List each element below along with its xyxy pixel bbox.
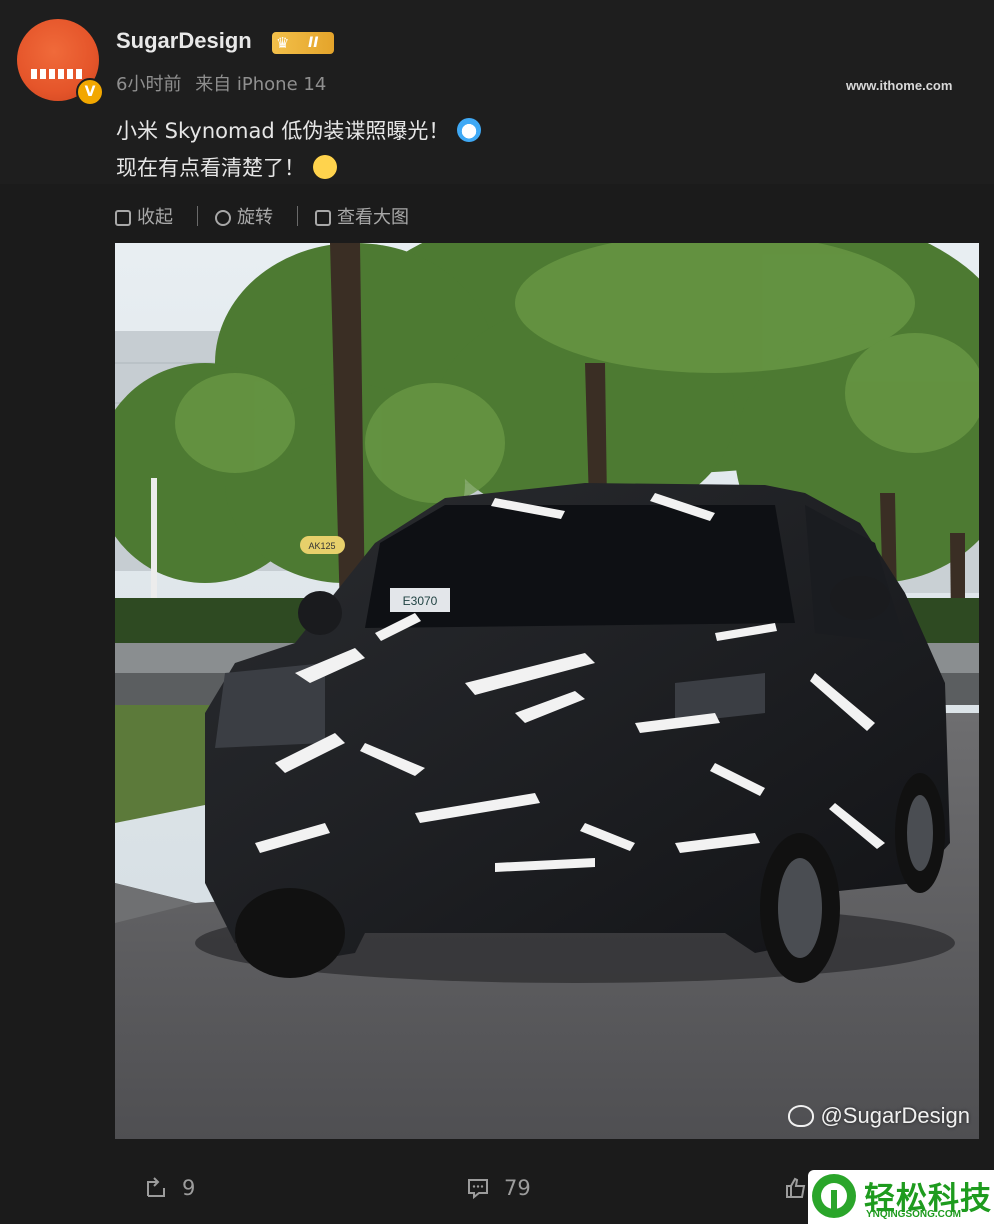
rotate-label: 旋转: [237, 207, 273, 228]
collapse-icon: [115, 210, 131, 226]
post-time[interactable]: 6小时前: [116, 74, 181, 95]
post-photo[interactable]: AK125 E3070 @SugarDesign: [115, 243, 979, 1139]
collapse-label: 收起: [137, 207, 173, 228]
toolbar-divider: [197, 206, 198, 226]
like-icon: [786, 1177, 806, 1198]
repost-button[interactable]: 9: [144, 1176, 195, 1200]
repost-icon: [147, 1177, 165, 1197]
avatar-pattern: [31, 69, 85, 79]
brand-watermark: 轻松科技 YNQINGSONG.COM: [808, 1170, 994, 1224]
toolbar-divider: [297, 206, 298, 226]
post-source: 来自 iPhone 14: [195, 74, 327, 95]
verified-icon: V: [76, 78, 104, 106]
comment-icon: [468, 1179, 488, 1200]
comment-count: 79: [504, 1176, 531, 1200]
spy-shot-image: AK125 E3070: [115, 243, 979, 1139]
repost-count: 9: [182, 1176, 196, 1200]
site-watermark: www.ithome.com: [846, 78, 953, 93]
rotate-icon: [215, 210, 231, 226]
crown-icon[interactable]: ♛ II: [272, 32, 334, 54]
rotate-button[interactable]: 旋转: [215, 203, 273, 229]
photo-watermark-text: @SugarDesign: [820, 1103, 970, 1128]
username[interactable]: SugarDesign: [116, 28, 252, 54]
weibo-logo-icon: [788, 1105, 815, 1127]
brand-name-en: YNQINGSONG.COM: [866, 1209, 962, 1220]
shy-emoji-icon: [313, 155, 337, 179]
view-large-label: 查看大图: [337, 207, 409, 228]
crown-glyph: ♛: [276, 34, 290, 52]
doraemon-emoji-icon: [457, 118, 482, 142]
comment-button[interactable]: 79: [466, 1176, 531, 1200]
view-large-button[interactable]: 查看大图: [315, 203, 409, 229]
photo-watermark: @SugarDesign: [788, 1103, 970, 1129]
image-icon: [315, 210, 331, 226]
brand-logo-icon: [812, 1174, 856, 1218]
level-badge: II: [308, 35, 319, 51]
plate-text: E3070: [403, 594, 438, 608]
collapse-button[interactable]: 收起: [115, 203, 173, 229]
post-meta: 6小时前 来自 iPhone 14: [116, 70, 326, 96]
post-text-line1: 小米 Skynomad 低伪装谍照曝光！: [116, 115, 482, 145]
post-text-line2: 现在有点看清楚了！: [116, 152, 337, 182]
sticker-text: AK125: [308, 541, 335, 551]
